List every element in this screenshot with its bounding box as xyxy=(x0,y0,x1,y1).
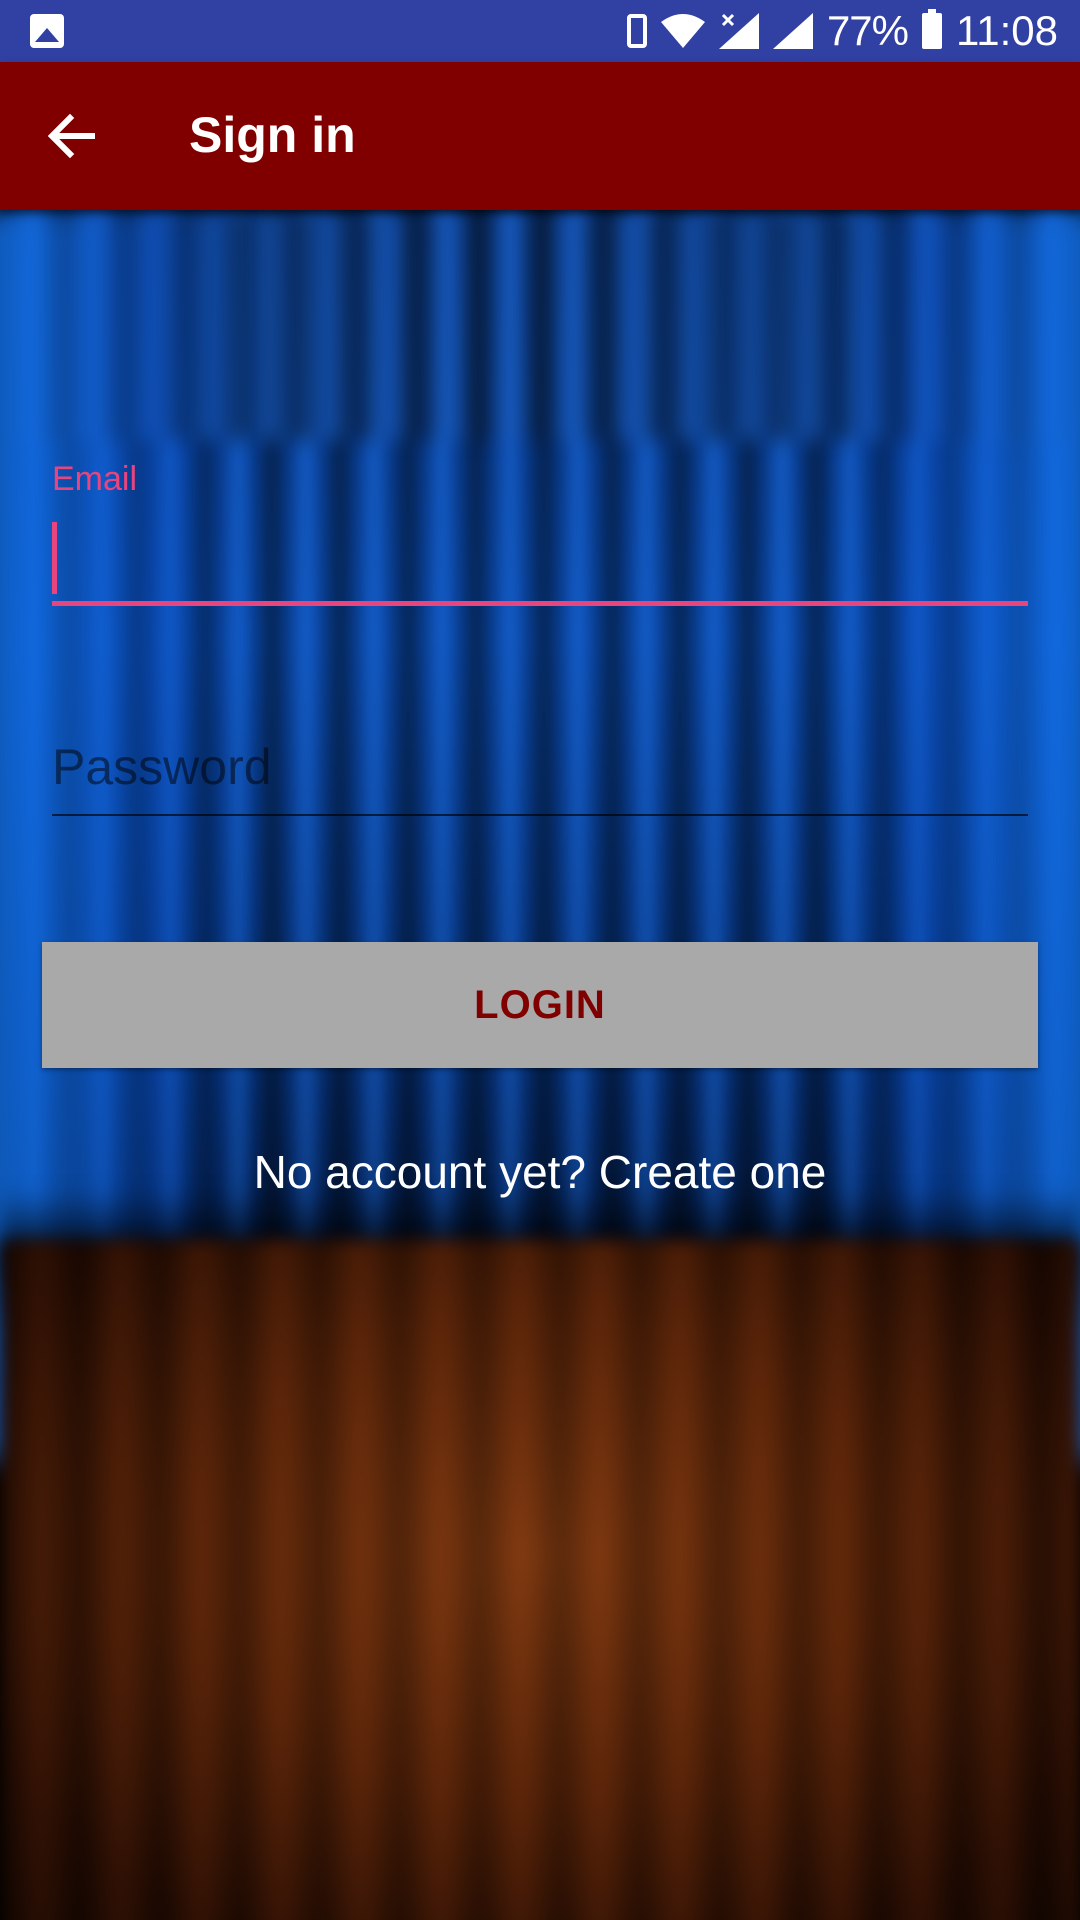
email-label: Email xyxy=(52,460,138,498)
signal-icon xyxy=(772,13,813,49)
battery-percent: 77% xyxy=(826,7,909,54)
image-icon xyxy=(30,14,64,48)
clock: 11:08 xyxy=(956,7,1058,54)
phone-icon xyxy=(626,14,647,48)
text-cursor xyxy=(52,522,57,594)
password-field[interactable] xyxy=(52,720,1028,816)
back-button[interactable] xyxy=(40,104,104,168)
status-icons: 77% 11:08 xyxy=(626,0,1058,62)
wooden-floor xyxy=(0,1240,1080,1920)
create-account-link[interactable]: No account yet? Create one xyxy=(0,1145,1080,1199)
status-bar: 77% 11:08 xyxy=(0,0,1080,62)
sign-in-form: Email LOGIN No account yet? Create one xyxy=(0,210,1080,1210)
battery-icon xyxy=(922,9,942,49)
app-bar: Sign in xyxy=(0,62,1080,210)
wifi-icon xyxy=(660,14,705,48)
login-button[interactable]: LOGIN xyxy=(42,942,1038,1068)
sign-in-screen: 77% 11:08 Sign in Email LOGIN No account… xyxy=(0,0,1080,1920)
page-title: Sign in xyxy=(189,107,356,163)
arrow-left-icon xyxy=(47,113,95,159)
email-field[interactable] xyxy=(52,516,1028,606)
signal-icon xyxy=(718,13,759,49)
